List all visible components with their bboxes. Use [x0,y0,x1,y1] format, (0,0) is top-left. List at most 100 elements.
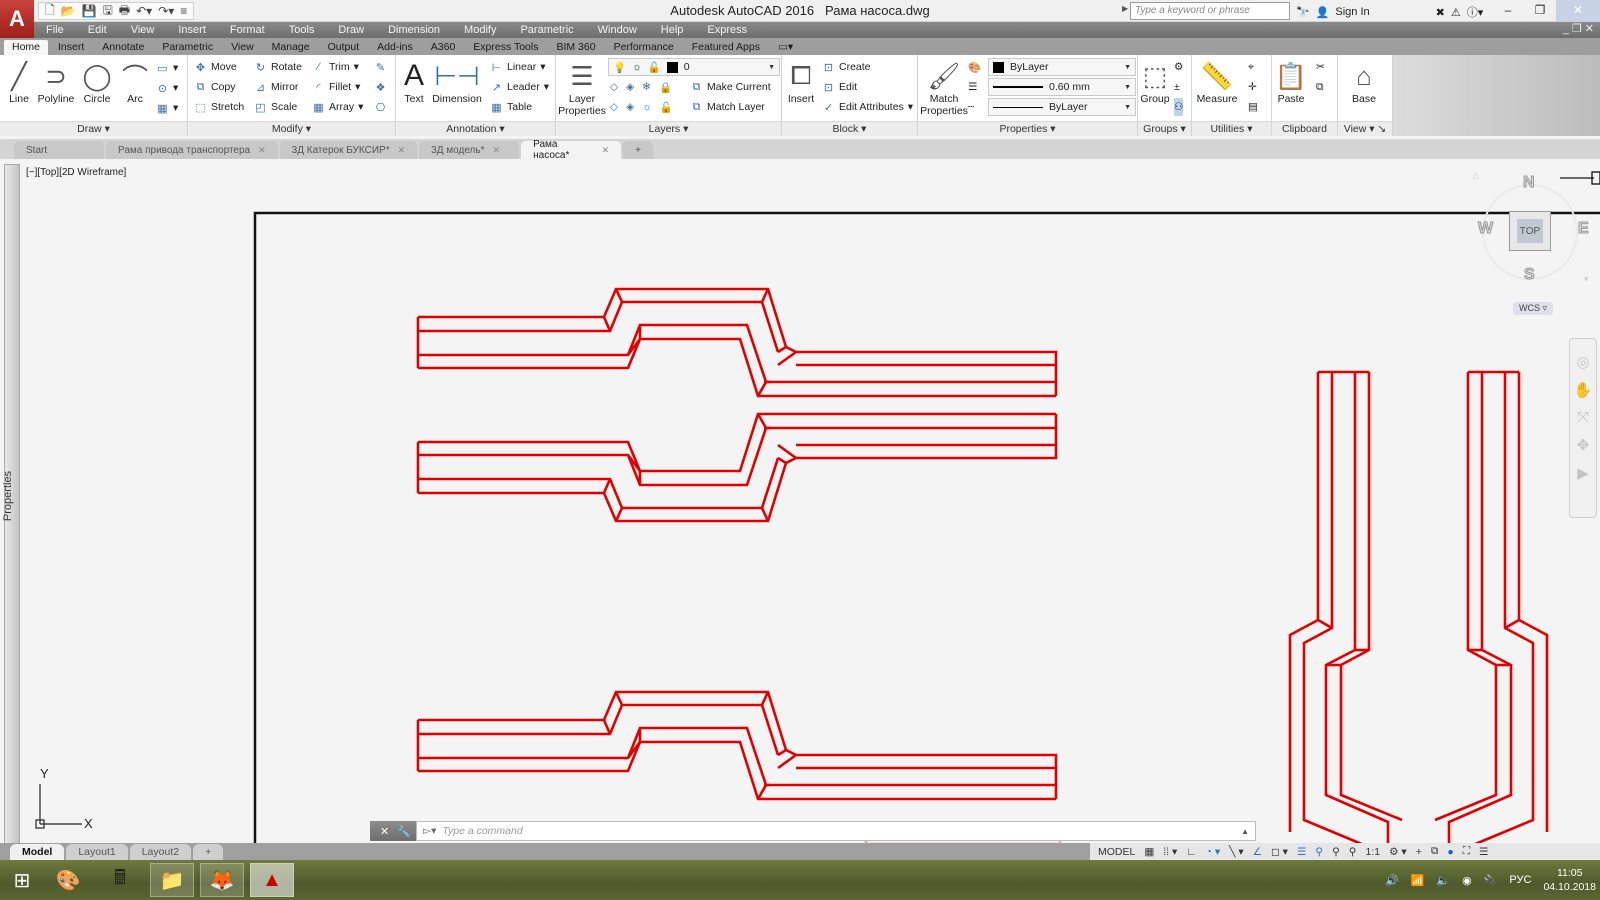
move-button[interactable]: ✥ Move [194,58,237,76]
insert-button[interactable]: ⧠ Insert [786,59,816,105]
grid-icon[interactable]: ▦ [1144,846,1154,858]
frame-member-3-top-bevel-2[interactable] [760,691,770,706]
menu-parametric[interactable]: Parametric [520,24,573,36]
tab-performance[interactable]: Performance [606,40,682,55]
clipboard-panel-title[interactable]: Clipboard [1272,121,1337,136]
block-panel-title[interactable]: Block ▾ [782,121,917,136]
tab-layout1[interactable]: Layout1 [66,844,128,860]
base-button[interactable]: ⌂ Base [1346,59,1382,106]
copy-clip-icon[interactable]: ⧉ [1316,78,1324,96]
leg-left-edge-1[interactable] [1302,372,1365,847]
viewcube-east[interactable]: E [1578,220,1590,238]
frame-member-3-right-bevel-2[interactable] [756,784,768,800]
trim-button[interactable]: ⁄ Trim ▾ [312,58,359,76]
leg-left-outer-inner[interactable] [1339,372,1403,822]
tab-express-tools[interactable]: Express Tools [465,40,546,55]
leg-left-edge-2[interactable] [1324,372,1390,845]
frame-member-3-edge-1[interactable] [418,703,780,756]
leader-button[interactable]: ↗ Leader ▾ [490,78,549,96]
sign-in[interactable]: 🔭 👤 Sign In ✖ ⚠ ⓘ▾ [1296,4,1483,20]
layer-unisolate-icon[interactable]: ◈ [626,101,634,113]
undo-icon[interactable]: ↶▾ [136,4,152,18]
windows-start-icon[interactable]: ⊞ [0,863,44,897]
tab-output[interactable]: Output [320,40,368,55]
updater-icon[interactable]: ◉ [1462,874,1472,887]
stretch-button[interactable]: ⬚ Stretch [194,98,244,116]
frame-member-1-outer-bottom[interactable] [418,337,1056,398]
frame-member-3-right-bevel-1[interactable] [777,753,797,770]
file-tab[interactable]: 3Д модель* ✕ [419,141,520,159]
circle-button[interactable]: ◯ Circle [80,59,114,106]
menu-dimension[interactable]: Dimension [388,24,440,36]
file-explorer-icon[interactable]: 📁 [150,863,194,897]
layer-off-icon[interactable]: ◇ [610,81,618,93]
calculator-app-icon[interactable]: 🖩 [98,863,142,897]
quick-select-icon[interactable]: ⌖ [1248,58,1254,76]
sign-in-label[interactable]: Sign In [1335,6,1369,18]
command-history-icon[interactable]: ▲ [1241,827,1249,836]
frame-member-2-outer-top[interactable] [418,462,788,523]
layer-isolate-icon[interactable]: ◈ [626,81,634,93]
frame-member-1-bevel-3[interactable] [626,338,642,356]
menu-insert[interactable]: Insert [178,24,206,36]
match-layer-button[interactable]: ⧉ Match Layer [690,98,765,116]
home-icon[interactable]: ⌂ [1472,170,1479,182]
lineweight-toggle-icon[interactable]: ☰ [1297,846,1306,858]
wcs-menu[interactable]: WCS ▿ [1513,302,1554,315]
file-tab[interactable]: 3Д Катерок БУКСИР* ✕ [279,141,418,159]
menu-format[interactable]: Format [230,24,265,36]
paint-icon[interactable]: 🎨 [46,863,90,897]
save-icon[interactable]: 💾 [82,4,97,18]
tab-a360[interactable]: A360 [423,40,464,55]
file-tab-active[interactable]: Рама насоса* ✕ [521,139,622,161]
polar-icon[interactable]: ◔ ▾ [1206,846,1221,858]
color-dropdown[interactable]: ByLayer ▼ [988,58,1136,76]
tab-bim360[interactable]: BIM 360 [548,40,603,55]
edit-block-button[interactable]: ⊡ Edit [822,78,857,96]
search-expand-icon[interactable]: ▶ [1122,4,1128,13]
layer-on-all-icon[interactable]: ◇ [610,101,618,113]
frame-member-2-left-bevel-1[interactable] [602,478,612,494]
isodraft-icon[interactable]: ╲ ▾ [1229,846,1244,858]
ungroup-icon[interactable]: ⚙ [1174,58,1183,76]
layer-lock-tool-icon[interactable]: 🔒 [659,81,672,94]
frame-member-3-right-upper[interactable] [777,748,1058,799]
tab-parametric[interactable]: Parametric [154,40,221,55]
frame-member-1-top-bevel-2[interactable] [760,288,770,303]
tab-view[interactable]: View [223,40,262,55]
viewcube-north[interactable]: N [1523,174,1536,192]
mirror-button[interactable]: ⊿ Mirror [254,78,299,96]
ellipse-button[interactable]: ⊙ ▾ [156,79,178,97]
close-button[interactable]: ✕ [1556,0,1600,22]
frame-member-1-right-upper[interactable] [777,345,1058,396]
menu-view[interactable]: View [131,24,155,36]
menu-window[interactable]: Window [598,24,637,36]
command-input[interactable]: ▻▾ Type a command ▲ [416,821,1256,841]
annotation-scale-icon[interactable]: ⚲ [1349,846,1357,858]
close-tab-icon[interactable]: ✕ [602,145,610,156]
scale-button[interactable]: ◰ Scale [254,98,297,116]
menu-help[interactable]: Help [661,24,684,36]
frame-member-2-outer-bottom[interactable] [418,412,1056,473]
steering-wheel-icon[interactable]: ◎ [1576,353,1589,371]
application-menu-button[interactable]: A [0,0,34,38]
snap-icon[interactable]: ⁞⁞ ▾ [1163,846,1177,858]
erase-button[interactable]: ✎ [374,58,387,76]
frame-member-3-left-bevel-1[interactable] [602,719,612,735]
match-properties-button[interactable]: 🖌 Match Properties [920,59,968,118]
help-icon[interactable]: ⓘ▾ [1467,4,1484,20]
wrench-icon[interactable]: 🔧 [397,825,411,838]
tab-featured-apps[interactable]: Featured Apps [684,40,768,55]
layer-unlock-icon[interactable]: 🔓 [660,101,673,114]
frame-member-1-top-bevel-1[interactable] [614,288,624,303]
frame-member-3-edge-2[interactable] [418,726,770,787]
tab-home[interactable]: Home [4,40,49,55]
measure-button[interactable]: 📏 Measure [1194,59,1240,106]
orbit-icon[interactable]: ✥ [1577,436,1590,454]
a360-icon[interactable]: ⚠ [1451,6,1461,19]
calculator-icon[interactable]: ▤ [1248,98,1258,116]
close-tab-icon[interactable]: ✕ [258,145,266,156]
polyline-button[interactable]: ⊃ Polyline [36,59,76,106]
usb-icon[interactable]: 🔌 [1484,874,1498,887]
lineweight-dropdown[interactable]: 0.60 mm ▼ [988,78,1136,96]
